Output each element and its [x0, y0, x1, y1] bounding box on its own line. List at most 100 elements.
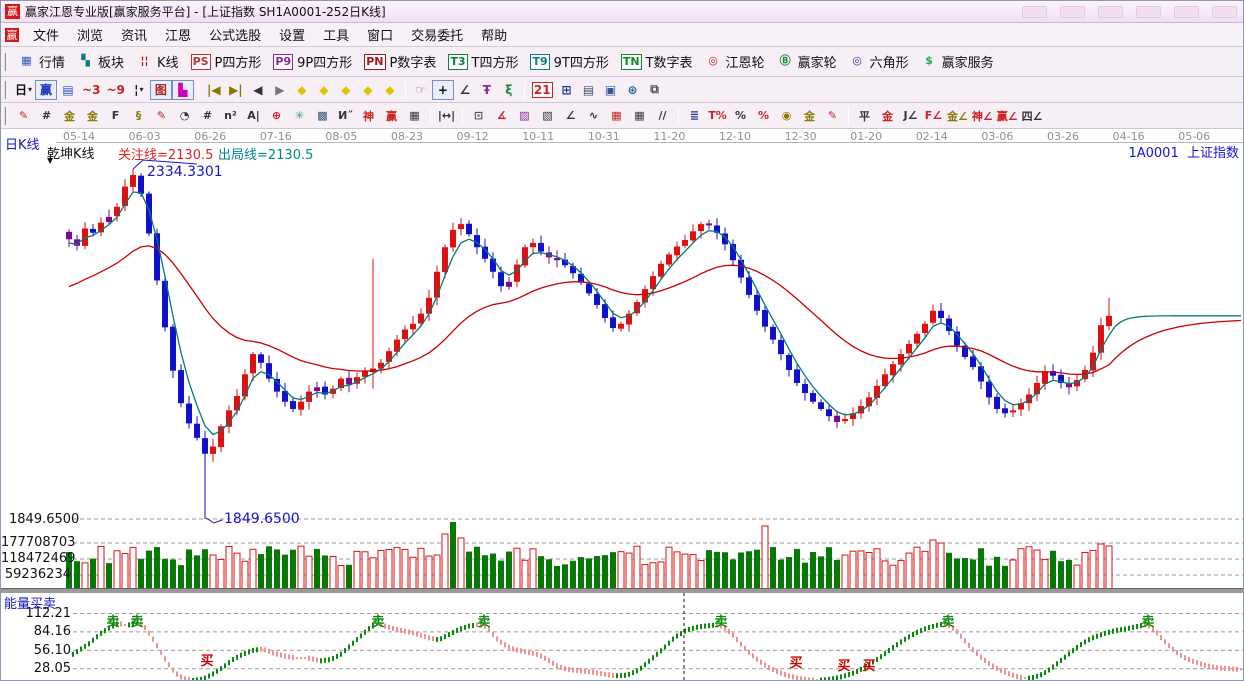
n-square-icon[interactable]: n²	[219, 106, 242, 126]
crosshair-tool-icon[interactable]: +	[432, 80, 454, 100]
minimize-button[interactable]	[1136, 6, 1161, 18]
menu-item-文件[interactable]: 文件	[24, 23, 68, 46]
brush-icon[interactable]: ✎	[150, 106, 173, 126]
last-bar-icon[interactable]: ▶|	[225, 80, 247, 100]
j-angle-icon[interactable]: J∠	[899, 106, 922, 126]
t-number-table-button[interactable]: TNT数字表	[615, 50, 699, 74]
rays-box-icon[interactable]: ▨	[513, 106, 536, 126]
menu-item-设置[interactable]: 设置	[270, 23, 314, 46]
kline-style-label[interactable]: 乾坤K线	[47, 143, 95, 162]
rays-box-2-icon[interactable]: ▧	[536, 106, 559, 126]
kline-plot[interactable]: 卖卖卖卖卖卖卖买买买买	[1, 129, 1244, 681]
close-button[interactable]	[1212, 6, 1237, 18]
window-controls[interactable]	[1022, 6, 1237, 18]
rect-tool-icon[interactable]: ⊡	[467, 106, 490, 126]
winner-service-button[interactable]: $赢家服务	[915, 50, 1000, 74]
calculator-icon[interactable]: ⊞	[556, 80, 578, 100]
mini-chart-3-icon[interactable]: ~3	[79, 80, 103, 100]
toolbar-grip[interactable]	[4, 53, 8, 71]
ping-icon[interactable]: 平	[853, 106, 876, 126]
spiral-icon[interactable]: §	[127, 106, 150, 126]
dragon-tool-icon[interactable]: ξ	[498, 80, 520, 100]
zoom-in-icon[interactable]: ◆	[357, 80, 379, 100]
profile-view-icon[interactable]: ▙	[172, 80, 194, 100]
rays-icon[interactable]: ∡	[490, 106, 513, 126]
window-button[interactable]	[1022, 6, 1047, 18]
circle-cross-icon[interactable]: ⊕	[265, 106, 288, 126]
title-bar[interactable]: 赢 赢家江恩专业版[赢家服务平台] - [上证指数 SH1A0001-252日K…	[1, 1, 1244, 23]
zoom-all-icon[interactable]: ◆	[379, 80, 401, 100]
time-cycle-icon[interactable]: ◔	[173, 106, 196, 126]
hexagon-button[interactable]: ◎六角形	[843, 50, 915, 74]
width-tool-icon[interactable]: |↔|	[435, 106, 458, 126]
print-icon[interactable]: ⧉	[644, 80, 666, 100]
9p-square-button[interactable]: P99P四方形	[267, 50, 358, 74]
ruler-icon[interactable]: #	[35, 106, 58, 126]
notes-icon[interactable]: ▤	[578, 80, 600, 100]
gold-circle-icon[interactable]: ◉	[775, 106, 798, 126]
kline-style-dropdown-icon[interactable]: ▼	[47, 156, 53, 165]
kline-button[interactable]: ¦¦K线	[130, 50, 185, 74]
t-square-button[interactable]: T3T四方形	[442, 50, 524, 74]
mini-chart-9-icon[interactable]: ~9	[103, 80, 127, 100]
menu-item-资讯[interactable]: 资讯	[112, 23, 156, 46]
p-square-button[interactable]: PSP四方形	[185, 50, 268, 74]
pen-icon[interactable]: ✎	[12, 106, 35, 126]
period-label[interactable]: 日K线	[5, 134, 40, 153]
gann-tool-icon[interactable]: Ŧ	[476, 80, 498, 100]
grid-black-icon[interactable]: ▦	[628, 106, 651, 126]
golden-ratio-2-icon[interactable]: 金	[81, 106, 104, 126]
winner-wheel-button[interactable]: Ⓑ赢家轮	[771, 50, 843, 74]
gold-line-icon[interactable]: 金	[798, 106, 821, 126]
next-bar-icon[interactable]: ▶	[269, 80, 291, 100]
toolbar-grip[interactable]	[4, 107, 8, 125]
prev-bar-icon[interactable]: ◀	[247, 80, 269, 100]
shen-icon[interactable]: 神	[357, 106, 380, 126]
p-number-table-button[interactable]: PNP数字表	[358, 50, 442, 74]
marker-icon[interactable]: ✎	[821, 106, 844, 126]
network-icon[interactable]: ⊛	[622, 80, 644, 100]
menu-item-工具[interactable]: 工具	[314, 23, 358, 46]
zigzag-icon[interactable]: ∿	[582, 106, 605, 126]
a-line-icon[interactable]: A|	[242, 106, 265, 126]
candle-style-icon[interactable]: ¦▾	[128, 80, 150, 100]
9t-square-button[interactable]: T99T四方形	[524, 50, 614, 74]
golden-ratio-1-icon[interactable]: 金	[58, 106, 81, 126]
fan-lines-icon[interactable]: ∠	[559, 106, 582, 126]
shift-left-icon[interactable]: ◆	[291, 80, 313, 100]
toolbar-grip[interactable]	[4, 81, 8, 99]
gann-star-icon[interactable]: ✳	[288, 106, 311, 126]
first-bar-icon[interactable]: |◀	[203, 80, 225, 100]
box-123-icon[interactable]: ▦	[403, 106, 426, 126]
hand-tool-icon[interactable]: ☞	[410, 80, 432, 100]
info-view-icon[interactable]: ▤	[57, 80, 79, 100]
chart-region[interactable]: 卖卖卖卖卖卖卖买买买买 日K线 05-1406-0306-2607-1608-0…	[1, 129, 1244, 681]
window-button[interactable]	[1060, 6, 1085, 18]
save-icon[interactable]: ▣	[600, 80, 622, 100]
zoom-horizontal-icon[interactable]: ◆	[335, 80, 357, 100]
stats-icon[interactable]: ≣	[683, 106, 706, 126]
window-button[interactable]	[1098, 6, 1123, 18]
gann-wheel-button[interactable]: ◎江恩轮	[699, 50, 771, 74]
parallel-icon[interactable]: //	[651, 106, 674, 126]
menu-item-公式选股[interactable]: 公式选股	[200, 23, 270, 46]
menu-item-帮助[interactable]: 帮助	[472, 23, 516, 46]
percent-line-icon[interactable]: %	[752, 106, 775, 126]
pattern-view-icon[interactable]: 图	[150, 80, 172, 100]
si-angle-icon[interactable]: 四∠	[1020, 106, 1045, 126]
grid-box-icon[interactable]: ▩	[311, 106, 334, 126]
menu-item-浏览[interactable]: 浏览	[68, 23, 112, 46]
shift-right-icon[interactable]: ◆	[313, 80, 335, 100]
t-percent-icon[interactable]: T%	[706, 106, 729, 126]
shen-angle-icon[interactable]: 神∠	[970, 106, 995, 126]
menu-item-江恩[interactable]: 江恩	[156, 23, 200, 46]
qiankun-style-icon[interactable]: 赢	[35, 80, 57, 100]
quotes-button[interactable]: ▦行情	[12, 50, 71, 74]
fib-levels-icon[interactable]: F	[104, 106, 127, 126]
menu-item-交易委托[interactable]: 交易委托	[402, 23, 472, 46]
calendar-icon[interactable]: 21	[529, 80, 556, 100]
restore-button[interactable]	[1174, 6, 1199, 18]
percent-icon[interactable]: %	[729, 106, 752, 126]
ying-icon[interactable]: 赢	[380, 106, 403, 126]
menu-item-窗口[interactable]: 窗口	[358, 23, 402, 46]
